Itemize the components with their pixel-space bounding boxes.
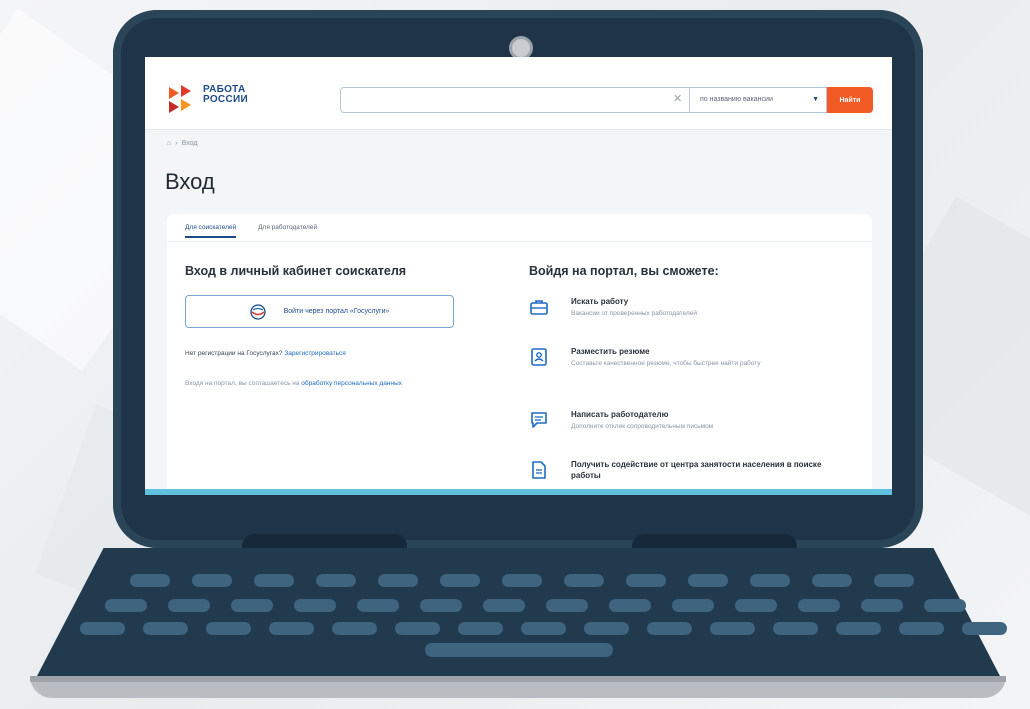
gosuslugi-button-label: Войти через портал «Госуслуги» — [283, 308, 390, 315]
feature-desc: Дополните отклик сопроводительным письмо… — [571, 423, 714, 430]
keyboard-key — [899, 622, 944, 635]
site-header: РАБОТА РОССИИ ✕ по названию вакансии ▼ На… — [145, 57, 892, 130]
keyboard-key — [231, 599, 273, 612]
keyboard-key — [254, 574, 294, 587]
no-registration-text: Нет регистрации на Госуслугах? — [185, 350, 283, 357]
login-title: Вход в личный кабинет соискателя — [185, 264, 407, 278]
feature-desc: Составьте качественное резюме, чтобы быс… — [571, 360, 761, 367]
keyboard-key — [294, 599, 336, 612]
laptop-keyboard-base — [36, 548, 1001, 678]
consent-prefix: Входя на портал, вы соглашаетесь на — [185, 380, 300, 387]
keyboard-key — [962, 622, 1007, 635]
keyboard-key — [836, 622, 881, 635]
keyboard-key — [206, 622, 251, 635]
login-card: Для соискателей Для работодателей Вход в… — [167, 214, 872, 489]
keyboard-key — [105, 599, 147, 612]
keyboard-key — [143, 622, 188, 635]
keyboard-key — [672, 599, 714, 612]
keyboard-key — [130, 574, 170, 587]
consent-text: Входя на портал, вы соглашаетесь на обра… — [185, 380, 402, 387]
register-link[interactable]: Зарегистрироваться — [284, 350, 345, 357]
keyboard-key — [924, 599, 966, 612]
keyboard-key — [521, 622, 566, 635]
briefcase-icon — [530, 300, 548, 315]
tabs: Для соискателей Для работодателей — [185, 224, 317, 238]
keyboard-key — [420, 599, 462, 612]
logo-text: РАБОТА РОССИИ — [203, 84, 248, 105]
chevron-down-icon: ▼ — [812, 96, 819, 103]
home-icon[interactable]: ⌂ — [167, 140, 171, 147]
page-title: Вход — [165, 169, 215, 194]
keyboard-key — [812, 574, 852, 587]
search-mode-label: по названию вакансии — [700, 96, 773, 103]
keyboard-key — [735, 599, 777, 612]
keyboard-key — [861, 599, 903, 612]
keyboard-key — [626, 574, 666, 587]
close-icon[interactable]: ✕ — [673, 92, 682, 106]
tab-job-seekers[interactable]: Для соискателей — [185, 224, 237, 238]
tabs-divider — [167, 241, 872, 242]
keyboard-key — [357, 599, 399, 612]
laptop-base-edge-shadow — [30, 676, 1006, 682]
laptop-screen: РАБОТА РОССИИ ✕ по названию вакансии ▼ На… — [145, 57, 892, 495]
keyboard-key — [80, 622, 125, 635]
keyboard-key — [168, 599, 210, 612]
keyboard-key — [316, 574, 356, 587]
feature-title: Получить содействие от центра занятости … — [571, 460, 822, 480]
keyboard-key — [688, 574, 728, 587]
keyboard-key — [269, 622, 314, 635]
keyboard-key — [192, 574, 232, 587]
keyboard-key — [378, 574, 418, 587]
keyboard-key — [395, 622, 440, 635]
resume-icon — [531, 348, 547, 366]
keyboard-key — [773, 622, 818, 635]
keyboard-key — [874, 574, 914, 587]
logo-arrows-icon — [169, 85, 191, 113]
site-logo[interactable]: РАБОТА РОССИИ — [165, 83, 255, 117]
keyboard-key — [458, 622, 503, 635]
register-prompt: Нет регистрации на Госуслугах? Зарегистр… — [185, 350, 346, 357]
search-input[interactable] — [340, 87, 690, 113]
gosuslugi-icon — [249, 303, 266, 320]
feature-title: Разместить резюме — [571, 347, 650, 356]
search-mode-select[interactable]: по названию вакансии ▼ — [690, 87, 827, 113]
features-title: Войдя на портал, вы сможете: — [529, 264, 719, 278]
breadcrumb-separator: › — [175, 140, 178, 147]
keyboard-key — [502, 574, 542, 587]
personal-data-link[interactable]: обработку персональных данных — [301, 380, 402, 387]
document-icon — [532, 461, 546, 479]
keyboard-key — [750, 574, 790, 587]
search-button[interactable]: Найти — [827, 87, 873, 113]
breadcrumb: ⌂ › Вход — [167, 140, 197, 147]
keyboard-key — [546, 599, 588, 612]
chat-icon — [531, 412, 547, 428]
breadcrumb-current: Вход — [181, 140, 198, 147]
keyboard-key — [440, 574, 480, 587]
gosuslugi-login-button[interactable]: Войти через портал «Госуслуги» — [185, 295, 454, 328]
spacebar-key — [425, 643, 613, 657]
tab-employers[interactable]: Для работодателей — [258, 224, 317, 238]
keyboard-key — [564, 574, 604, 587]
keyboard-key — [710, 622, 755, 635]
keyboard-key — [483, 599, 525, 612]
keyboard-key — [609, 599, 651, 612]
feature-title: Написать работодателю — [571, 410, 669, 419]
keyboard-key — [332, 622, 377, 635]
feature-desc: Вакансии от проверенных работодателей — [571, 310, 698, 317]
keyboard-key — [647, 622, 692, 635]
keyboard-key — [798, 599, 840, 612]
feature-title: Искать работу — [571, 297, 629, 306]
keyboard-key — [584, 622, 629, 635]
